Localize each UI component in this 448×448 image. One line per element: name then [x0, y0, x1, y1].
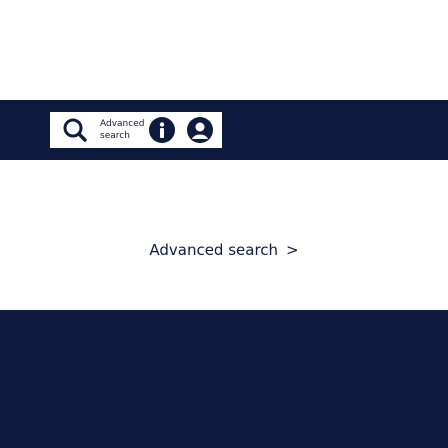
- user-icon: [187, 117, 213, 143]
- footer-bar: [0, 310, 448, 448]
- chevron-right-icon: >: [286, 241, 299, 259]
- page: Advanced search Advanced search >: [0, 0, 448, 448]
- search-button[interactable]: [57, 112, 93, 148]
- search-icon: [63, 118, 87, 142]
- advanced-search-button-label: Advanced search: [149, 241, 279, 259]
- account-button[interactable]: [186, 116, 214, 144]
- info-icon: [149, 117, 175, 143]
- info-button[interactable]: [148, 116, 176, 144]
- advanced-search-button[interactable]: Advanced search >: [70, 232, 378, 268]
